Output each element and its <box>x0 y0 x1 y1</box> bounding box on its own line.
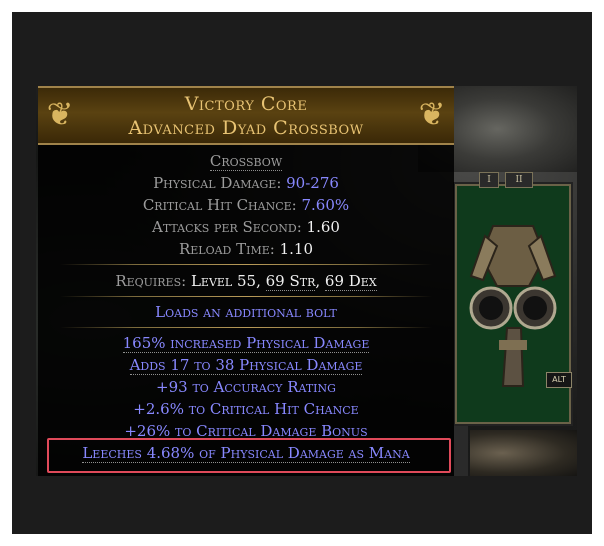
item-name: Victory Core <box>184 93 308 115</box>
item-base-type: Advanced Dyad Crossbow <box>128 117 364 139</box>
inventory-edge <box>454 424 468 476</box>
alt-compare-button[interactable]: ALT <box>546 372 572 388</box>
crossbow-icon <box>469 225 557 387</box>
weapon-set-tab-1[interactable]: I <box>479 172 499 188</box>
explicit-mod: Adds 17 to 38 Physical Damage <box>129 356 363 375</box>
tooltip-divider <box>60 296 432 297</box>
weapon-equipment-slot[interactable]: I II <box>455 172 571 424</box>
item-requirements: Requires: Level 55, 69 Str, 69 Dex <box>115 272 377 291</box>
weapon-set-tab-2[interactable]: II <box>505 172 533 188</box>
background-statue-art <box>470 430 577 476</box>
tooltip-divider <box>60 264 432 265</box>
implicit-mod: Loads an additional bolt <box>155 303 337 321</box>
tooltip-divider <box>60 327 432 328</box>
explicit-mod: +2.6% to Critical Hit Chance <box>133 400 359 418</box>
property-reload-time: Reload Time: 1.10 <box>178 240 314 258</box>
property-physical-damage: Physical Damage: 90-276 <box>153 174 339 192</box>
item-tooltip-header: ❦ ❦ Victory Core Advanced Dyad Crossbow <box>38 86 454 145</box>
explicit-mod: +93 to Accuracy Rating <box>156 378 336 396</box>
highlight-box <box>47 438 451 473</box>
property-attacks-per-second: Attacks per Second: 1.60 <box>152 218 340 236</box>
property-critical-hit-chance: Critical Hit Chance: 7.60% <box>142 196 350 214</box>
explicit-mod: 165% increased Physical Damage <box>122 334 370 353</box>
item-class: Crossbow <box>209 152 283 171</box>
